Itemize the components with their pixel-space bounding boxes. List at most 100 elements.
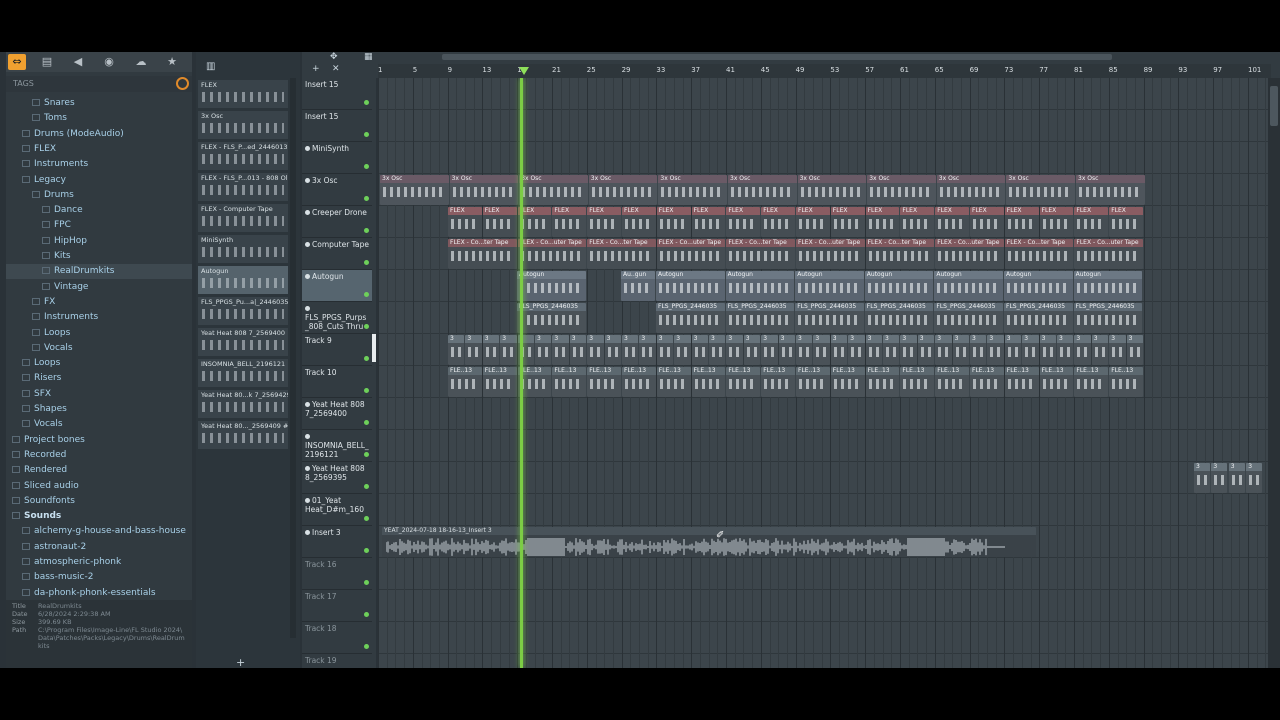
vertical-scroll-thumb[interactable] xyxy=(1270,86,1278,126)
track-enable-led[interactable] xyxy=(364,548,369,553)
playlist-clip[interactable]: Autogun xyxy=(725,271,795,301)
playlist-clip[interactable]: 3 xyxy=(813,335,830,365)
playlist-clip[interactable]: FLEX - Co...uter Tape xyxy=(796,239,865,269)
tags-bar[interactable]: TAGS xyxy=(6,76,192,92)
mute-icon[interactable] xyxy=(305,242,310,247)
playlist-clip[interactable]: 3 xyxy=(1004,335,1022,365)
track-enable-led[interactable] xyxy=(364,228,369,233)
track-header[interactable]: Track 16 xyxy=(302,558,372,590)
playlist-clip[interactable]: 3 xyxy=(865,335,882,365)
playlist-clip[interactable]: 3 xyxy=(1109,335,1126,365)
playlist-clip[interactable]: FLE..13 xyxy=(552,367,587,397)
playlist-clip[interactable]: FLEX - Co...ter Tape xyxy=(587,239,656,269)
mute-icon[interactable] xyxy=(305,146,310,151)
track-enable-led[interactable] xyxy=(364,580,369,585)
playlist-clip[interactable]: FLEX xyxy=(1039,207,1074,237)
horizontal-scrollbar[interactable] xyxy=(442,54,1112,60)
playlist-clip[interactable]: FLE..13 xyxy=(830,367,865,397)
playlist-clip[interactable]: FLE..13 xyxy=(691,367,726,397)
playlist-clip[interactable]: FLE..13 xyxy=(656,367,691,397)
playhead[interactable] xyxy=(520,78,523,668)
arrows-icon[interactable]: ⇔ xyxy=(8,54,26,70)
playlist-clip[interactable]: 3 xyxy=(1246,463,1263,493)
playlist-clip[interactable]: 3 xyxy=(1039,335,1056,365)
playlist-clip[interactable]: FLEX xyxy=(865,207,900,237)
playlist-clip[interactable]: FLS_PPGS_2446035 xyxy=(517,303,586,333)
playlist-clip[interactable]: 3x Osc xyxy=(1076,175,1145,205)
playlist-clip[interactable]: FLEX xyxy=(1109,207,1143,237)
playlist-clip[interactable]: FLEX xyxy=(587,207,621,237)
browser-item[interactable]: Sliced audio xyxy=(6,479,192,494)
playlist-clip[interactable]: 3 xyxy=(569,335,587,365)
add-track-icon[interactable]: + xyxy=(312,64,320,74)
pattern-item[interactable]: FLEX - FLS_P...ed_2446013 xyxy=(198,142,288,170)
playlist-clip[interactable]: 3 xyxy=(500,335,517,365)
playlist-clip[interactable]: FLEX xyxy=(1004,207,1039,237)
snap-icon[interactable]: ▦ xyxy=(364,52,373,62)
playlist-clip[interactable]: 3x Osc xyxy=(728,175,797,205)
track-enable-led[interactable] xyxy=(364,292,369,297)
pattern-item[interactable]: FLS_PPGS_Pu...a|_2446035 xyxy=(198,297,288,325)
pattern-item[interactable]: Yeat Heat 808 7_2569400 xyxy=(198,328,288,356)
playlist-clip[interactable]: 3 xyxy=(1091,335,1109,365)
track-header[interactable]: Yeat Heat 808 7_2569400 xyxy=(302,398,372,430)
mute-icon[interactable] xyxy=(305,210,310,215)
mute-icon[interactable] xyxy=(305,306,310,311)
browser-item[interactable]: Drums (ModeAudio) xyxy=(6,127,192,142)
track-header[interactable]: MiniSynth xyxy=(302,142,372,174)
track-header[interactable]: 01_Yeat Heat_D#m_160 xyxy=(302,494,372,526)
playlist-clip[interactable]: FLEX - Co...uter Tape xyxy=(935,239,1004,269)
track-header[interactable]: Insert 15 xyxy=(302,78,372,110)
playlist-clip[interactable]: FLS_PPGS_2446035 xyxy=(656,303,725,333)
playlist-clip[interactable]: 3 xyxy=(1074,335,1091,365)
playlist-clip[interactable]: FLS_PPGS_2446035 xyxy=(725,303,795,333)
playlist-clip[interactable]: 3x Osc xyxy=(797,175,867,205)
mute-icon[interactable] xyxy=(305,274,310,279)
playlist-clip[interactable]: FLE..13 xyxy=(935,367,969,397)
browser-item[interactable]: Loops xyxy=(6,356,192,371)
track-header[interactable]: Yeat Heat 808 8_2569395 xyxy=(302,462,372,494)
playlist-clip[interactable]: FLE..13 xyxy=(622,367,656,397)
browser-item[interactable]: Project bones xyxy=(6,433,192,448)
pattern-item[interactable]: FLEX - Computer Tape xyxy=(198,204,288,232)
piano-roll-icon[interactable]: ▥ xyxy=(206,61,215,72)
track-header[interactable]: Track 19 xyxy=(302,654,372,668)
track-enable-led[interactable] xyxy=(364,260,369,265)
picker-scrollbar[interactable] xyxy=(290,78,296,638)
playlist-clip[interactable]: FLE..13 xyxy=(1109,367,1143,397)
browser-item[interactable]: Legacy xyxy=(6,173,192,188)
track-enable-led[interactable] xyxy=(364,388,369,393)
playlist-clip[interactable]: FLEX xyxy=(726,207,761,237)
playlist-clip[interactable]: Autogun xyxy=(1073,271,1143,301)
playlist-clip[interactable]: 3 xyxy=(917,335,935,365)
pattern-item[interactable]: FLEX xyxy=(198,80,288,108)
pattern-item[interactable]: MiniSynth xyxy=(198,235,288,263)
browser-item[interactable]: Instruments xyxy=(6,157,192,172)
track-header[interactable]: Track 9 xyxy=(302,334,372,366)
playlist-clip[interactable]: 3x Osc xyxy=(449,175,519,205)
browser-item[interactable]: Loops xyxy=(6,326,192,341)
browser-item[interactable]: Rendered xyxy=(6,463,192,478)
playlist-clip[interactable]: Autogun xyxy=(795,271,864,301)
playlist-clip[interactable]: FLE..13 xyxy=(865,367,900,397)
playlist-clip[interactable]: Autogun xyxy=(656,271,725,301)
browser-item[interactable]: Kits xyxy=(6,249,192,264)
playlist-clip[interactable]: 3 xyxy=(1126,335,1143,365)
track-header[interactable]: Insert 15 xyxy=(302,110,372,142)
playlist-clip[interactable]: 3 xyxy=(883,335,900,365)
playlist-clip[interactable]: 3 xyxy=(761,335,778,365)
playlist-grid[interactable]: 3x Osc 3x Osc 3x Osc 3x Osc 3x Osc 3x Osc 3x O… xyxy=(378,78,1268,668)
playlist-clip[interactable]: FLE..13 xyxy=(1004,367,1039,397)
browser-item[interactable]: Drums xyxy=(6,188,192,203)
pattern-item[interactable]: Autogun xyxy=(198,266,288,294)
playlist-clip[interactable]: FLEX xyxy=(796,207,830,237)
playlist-clip[interactable]: 3 xyxy=(448,335,465,365)
playlist-clip[interactable]: 3 xyxy=(743,335,761,365)
playlist-clip[interactable]: FLE..13 xyxy=(726,367,761,397)
playlist-clip[interactable]: 3 xyxy=(1022,335,1039,365)
playlist-clip[interactable]: FLEX xyxy=(622,207,656,237)
close-icon[interactable]: ✕ xyxy=(332,64,340,74)
track-header[interactable]: Track 17 xyxy=(302,590,372,622)
playlist-clip[interactable]: FLE..13 xyxy=(900,367,935,397)
browser-item[interactable]: atmospheric-phonk xyxy=(6,555,192,570)
